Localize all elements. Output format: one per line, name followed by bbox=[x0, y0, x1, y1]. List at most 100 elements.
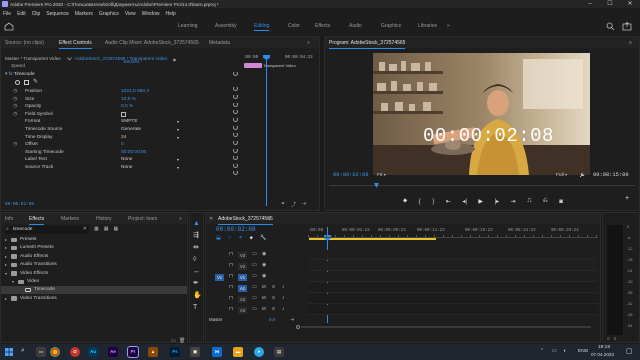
reset-parameter-icon[interactable] bbox=[233, 163, 238, 168]
ellipse-mask-icon[interactable] bbox=[15, 80, 20, 85]
menu-graphics[interactable]: Graphics bbox=[99, 11, 119, 17]
expand-arrow-icon[interactable]: ▸ bbox=[5, 296, 7, 301]
sync-lock-icon[interactable]: ▭ bbox=[252, 284, 257, 290]
sequence-tab[interactable]: AdobeStock_372574565 bbox=[218, 216, 273, 225]
pen-mask-icon[interactable]: ✎ bbox=[33, 79, 38, 85]
reset-parameter-icon[interactable] bbox=[233, 170, 238, 175]
track-target-v1[interactable]: V1 bbox=[238, 274, 247, 281]
play-icon[interactable]: ▶ bbox=[478, 198, 483, 205]
reset-parameter-icon[interactable] bbox=[233, 125, 238, 130]
toggle-output-eye-icon[interactable]: ◉ bbox=[262, 251, 266, 257]
tab-info[interactable]: Info bbox=[5, 216, 13, 222]
reset-parameter-icon[interactable] bbox=[233, 132, 238, 137]
stopwatch-icon[interactable]: ◷ bbox=[13, 103, 17, 111]
menu-window[interactable]: Window bbox=[142, 11, 160, 17]
track-lane-v1[interactable] bbox=[308, 272, 598, 282]
go-to-end-icon[interactable]: ⇥ bbox=[290, 317, 294, 323]
workspace-audio[interactable]: Audio bbox=[349, 23, 362, 29]
menu-markers[interactable]: Markers bbox=[75, 11, 93, 17]
reset-parameter-icon[interactable] bbox=[233, 102, 238, 107]
photoshop-icon[interactable]: Ps bbox=[170, 347, 180, 357]
property-value-offset[interactable]: 0 bbox=[121, 141, 124, 149]
property-value-opacity[interactable]: 0,0 % bbox=[121, 103, 133, 111]
volume-icon[interactable]: ◖ bbox=[563, 348, 566, 354]
windows-start-icon[interactable] bbox=[5, 348, 13, 356]
go-to-out-icon[interactable]: ⇥ bbox=[511, 198, 516, 205]
ec-clip-bar[interactable] bbox=[244, 63, 262, 68]
panel-menu-button[interactable]: » bbox=[307, 40, 310, 46]
add-marker-icon[interactable]: ⬥ bbox=[403, 198, 407, 205]
menu-view[interactable]: View bbox=[125, 11, 136, 17]
effects-tree-item-lumetri-presets[interactable]: ▸ Lumetri Presets bbox=[1, 244, 187, 252]
button-editor-icon[interactable]: + bbox=[625, 195, 629, 202]
track-target-a3[interactable]: A3 bbox=[238, 307, 247, 314]
property-value-size[interactable]: 10,0 % bbox=[121, 96, 136, 104]
property-select-timecode-source[interactable]: Generate ▾ bbox=[121, 126, 179, 134]
field-symbol-checkbox[interactable] bbox=[121, 111, 126, 117]
ec-current-timecode[interactable]: 00:00:02:08 bbox=[5, 202, 34, 207]
tab-history[interactable]: History bbox=[96, 216, 112, 222]
program-current-timecode[interactable]: 00:00:02:08 bbox=[333, 172, 369, 178]
menu-edit[interactable]: Edit bbox=[17, 11, 26, 17]
timeline-settings-icon[interactable]: 🔧 bbox=[260, 235, 266, 241]
mute-button[interactable]: M bbox=[262, 306, 266, 311]
property-select-format[interactable]: SMPTE ▾ bbox=[121, 118, 179, 126]
close-button[interactable]: ✕ bbox=[620, 0, 640, 8]
workspace-learning[interactable]: Learning bbox=[178, 23, 197, 29]
voice-over-mic-icon[interactable]: ♪ bbox=[282, 295, 285, 301]
nest-toggle-icon[interactable]: ⬓ bbox=[216, 235, 221, 241]
notifications-icon[interactable]: ▢ bbox=[626, 347, 633, 355]
search-icon[interactable] bbox=[606, 22, 615, 31]
solo-button[interactable]: S bbox=[272, 284, 275, 289]
ec-playhead[interactable] bbox=[266, 56, 267, 206]
solo-button[interactable]: S bbox=[272, 306, 275, 311]
lock-track-icon[interactable]: ⊓ bbox=[229, 284, 233, 290]
property-value-position[interactable]: 1024,0 950,4 bbox=[121, 88, 149, 96]
stopwatch-icon[interactable]: ◷ bbox=[13, 141, 17, 149]
reset-parameter-icon[interactable] bbox=[233, 117, 238, 122]
tab-project[interactable]: Project: learn bbox=[128, 216, 157, 222]
lock-track-icon[interactable]: ⊓ bbox=[229, 295, 233, 301]
hand-tool-icon[interactable]: ✋ bbox=[193, 292, 202, 299]
maximize-button[interactable]: ☐ bbox=[600, 0, 620, 8]
reset-parameter-icon[interactable] bbox=[233, 71, 238, 76]
zoom-level-select[interactable]: Fit ▾ bbox=[377, 172, 386, 178]
settings-wrench-icon[interactable] bbox=[579, 172, 585, 178]
track-lane-a1[interactable] bbox=[308, 283, 598, 293]
lock-track-icon[interactable]: ⊓ bbox=[229, 262, 233, 268]
language-indicator[interactable]: ENG bbox=[578, 349, 588, 354]
mute-button[interactable]: M bbox=[262, 295, 266, 300]
mark-out-icon[interactable]: } bbox=[432, 199, 434, 205]
linked-selection-icon[interactable]: ⚭ bbox=[238, 235, 242, 241]
reset-parameter-icon[interactable] bbox=[233, 148, 238, 153]
time-ruler[interactable] bbox=[308, 235, 598, 238]
accelerated-effects-icon[interactable]: ▦ bbox=[94, 226, 99, 232]
tray-chevron-icon[interactable]: ⌃ bbox=[540, 348, 544, 354]
property-value-starting-timecode[interactable]: 00:00:00:00 bbox=[121, 149, 146, 157]
type-tool-icon[interactable]: T bbox=[193, 304, 202, 311]
stopwatch-icon[interactable]: ◷ bbox=[13, 111, 17, 119]
reset-parameter-icon[interactable] bbox=[233, 94, 238, 99]
source-patch-v1[interactable]: V1 bbox=[215, 274, 224, 281]
sync-lock-icon[interactable]: ▭ bbox=[252, 306, 257, 312]
playback-resolution-select[interactable]: Full ▾ bbox=[556, 172, 567, 178]
audition-icon[interactable]: Au bbox=[88, 347, 98, 357]
sync-lock-icon[interactable]: ▭ bbox=[252, 262, 257, 268]
export-frame-icon[interactable]: ◙ bbox=[559, 199, 563, 205]
tab-metadata[interactable]: Metadata bbox=[209, 40, 230, 46]
step-forward-icon[interactable]: |▸ bbox=[495, 198, 500, 205]
toggle-output-eye-icon[interactable]: ◉ bbox=[262, 262, 266, 268]
workspace-libraries[interactable]: Libraries bbox=[418, 23, 437, 29]
ripple-edit-tool-icon[interactable]: ⇹ bbox=[193, 244, 202, 251]
effects-tree-item-video[interactable]: ▾ Video bbox=[1, 278, 187, 286]
32bit-effects-icon[interactable]: ▦ bbox=[104, 226, 109, 232]
effects-tree-item-video-effects[interactable]: ▾ Video Effects bbox=[1, 270, 187, 278]
expand-arrow-icon[interactable]: ▸ bbox=[5, 237, 7, 242]
effects-tree-item-timecode[interactable]: Timecode bbox=[1, 286, 187, 295]
app-dark-icon[interactable]: ▤ bbox=[274, 347, 284, 357]
minimize-button[interactable]: – bbox=[580, 0, 600, 8]
lock-track-icon[interactable]: ⊓ bbox=[229, 251, 233, 257]
property-select-label-text[interactable]: None ▾ bbox=[121, 156, 179, 164]
expand-arrow-icon[interactable]: ▾ bbox=[12, 279, 14, 284]
more-workspaces-button[interactable]: » bbox=[447, 23, 450, 29]
